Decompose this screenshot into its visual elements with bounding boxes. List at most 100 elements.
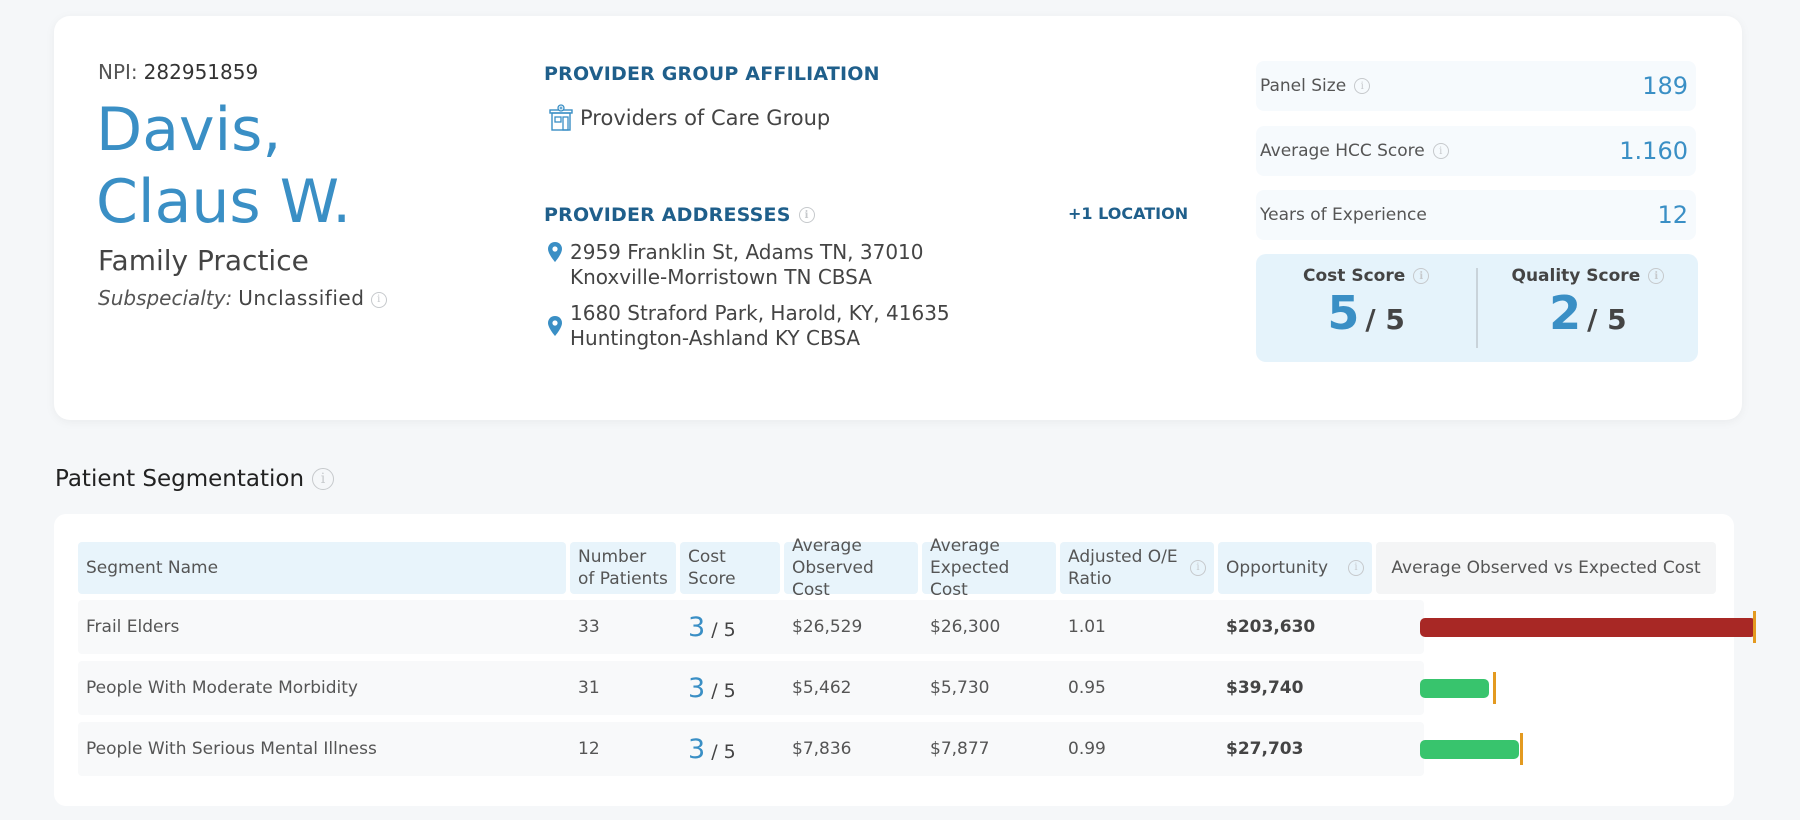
affiliation-title: PROVIDER GROUP AFFILIATION: [544, 63, 880, 85]
info-icon[interactable]: i: [1648, 268, 1665, 284]
header-label: Adjusted O/E Ratio: [1068, 547, 1178, 589]
header-label: Average Observed vs Expected Cost: [1391, 558, 1701, 578]
cell-avg-expected-cost: $7,877: [930, 739, 990, 759]
cell-cost-score: 3/ 5: [680, 612, 784, 643]
npi-label: NPI:: [98, 60, 138, 84]
stat-label: Panel Size: [1260, 76, 1347, 96]
cost-score-value: 3: [688, 672, 706, 704]
cell-number-of-patients: 12: [578, 739, 600, 759]
cell-avg-observed-cost: $5,462: [792, 678, 852, 698]
observed-cost-bar[interactable]: [1420, 618, 1756, 637]
cost-score-value: 3: [688, 611, 706, 643]
stat-avg-hcc-score: Average HCC Score i 1.160: [1256, 126, 1696, 176]
observed-vs-expected-bar-cell: [1420, 722, 1760, 776]
table-header: Segment Name Number of Patients Cost Sco…: [78, 536, 1716, 600]
header-adjusted-oe-ratio[interactable]: Adjusted O/E Ratio i: [1060, 542, 1214, 594]
cell-opportunity: $39,740: [1226, 678, 1304, 698]
header-label: Opportunity: [1226, 558, 1329, 578]
header-number-of-patients[interactable]: Number of Patients: [570, 542, 676, 594]
header-avg-observed-cost[interactable]: Average Observed Cost: [784, 536, 918, 600]
cell-opportunity: $203,630: [1226, 617, 1316, 637]
address-line1: 2959 Franklin St, Adams TN, 37010: [570, 240, 924, 264]
cell-avg-observed-cost: $26,529: [792, 617, 863, 637]
cell-segment-name: People With Moderate Morbidity: [86, 678, 358, 698]
provider-card: NPI: 282951859 Davis, Claus W. Family Pra…: [54, 16, 1742, 420]
addresses-title: PROVIDER ADDRESSES i: [544, 204, 815, 226]
header-cost-score[interactable]: Cost Score: [680, 542, 780, 594]
stat-value: 189: [1642, 72, 1688, 100]
observed-vs-expected-bar-cell: [1420, 661, 1760, 715]
map-pin-icon: [548, 242, 562, 262]
expected-cost-marker: [1753, 611, 1757, 643]
cell-opportunity: $27,703: [1226, 739, 1304, 759]
npi-value: 282951859: [143, 60, 259, 84]
info-icon[interactable]: i: [1348, 560, 1364, 576]
stat-label: Years of Experience: [1260, 205, 1427, 225]
quality-score-value: 2: [1549, 286, 1582, 340]
segmentation-table: Segment Name Number of Patients Cost Sco…: [54, 514, 1757, 806]
header-segment-name[interactable]: Segment Name: [78, 542, 566, 594]
table-row[interactable]: People With Serious Mental Illness 12 3/ 5…: [78, 722, 1424, 776]
stat-years-experience: Years of Experience 12: [1256, 190, 1696, 240]
address-line2: Huntington-Ashland KY CBSA: [570, 326, 861, 350]
observed-cost-bar[interactable]: [1420, 679, 1490, 698]
cost-score-max: / 5: [1365, 303, 1405, 336]
quality-score-max: / 5: [1587, 303, 1627, 336]
cell-avg-expected-cost: $26,300: [930, 617, 1001, 637]
header-avg-observed-vs-expected: Average Observed vs Expected Cost: [1376, 542, 1716, 594]
expected-cost-marker: [1519, 733, 1523, 765]
cost-score-max: / 5: [711, 679, 736, 702]
cost-score-max: / 5: [711, 740, 736, 763]
subspecialty-label: Subspecialty:: [98, 286, 233, 310]
cell-adjusted-oe-ratio: 0.99: [1068, 739, 1106, 759]
score-panel: Cost Score i 5/ 5 Quality Score i 2/ 5: [1256, 254, 1698, 362]
info-icon[interactable]: i: [798, 207, 815, 223]
quality-score: Quality Score i 2/ 5: [1478, 254, 1698, 362]
info-icon[interactable]: i: [1190, 560, 1206, 576]
provider-name: Davis, Claus W.: [96, 94, 351, 238]
stat-label: Average HCC Score: [1260, 141, 1425, 161]
table-row[interactable]: People With Moderate Morbidity 31 3/ 5 $5,4…: [78, 661, 1424, 715]
provider-first-name: Claus W.: [96, 167, 352, 237]
quality-score-label: Quality Score: [1511, 266, 1641, 286]
info-icon[interactable]: i: [370, 291, 387, 308]
segmentation-title-text: Patient Segmentation: [55, 466, 305, 492]
address-line1: 1680 Straford Park, Harold, KY, 41635: [570, 301, 950, 325]
stat-panel-size: Panel Size i 189: [1256, 61, 1696, 111]
npi: NPI: 282951859: [98, 60, 258, 84]
addresses-title-text: PROVIDER ADDRESSES: [544, 204, 791, 226]
provider-last-name: Davis,: [96, 95, 282, 165]
info-icon[interactable]: i: [1432, 143, 1449, 159]
cell-avg-observed-cost: $7,836: [792, 739, 852, 759]
header-label: Average Observed Cost: [792, 536, 874, 600]
stat-value: 1.160: [1619, 137, 1688, 165]
cost-score-max: / 5: [711, 618, 736, 641]
more-locations-link[interactable]: +1 LOCATION: [1068, 204, 1188, 223]
cost-score-value: 3: [688, 733, 706, 765]
header-label: Number of Patients: [578, 547, 668, 589]
provider-group: Providers of Care Group: [548, 104, 830, 132]
provider-group-name[interactable]: Providers of Care Group: [580, 106, 830, 130]
header-label: Average Expected Cost: [930, 536, 1010, 600]
clinic-building-icon: [549, 104, 573, 131]
info-icon[interactable]: i: [1413, 268, 1430, 284]
subspecialty: Subspecialty: Unclassified i: [98, 286, 387, 310]
observed-cost-bar[interactable]: [1420, 740, 1520, 759]
cell-adjusted-oe-ratio: 0.95: [1068, 678, 1106, 698]
cell-cost-score: 3/ 5: [680, 673, 784, 704]
header-label: Cost Score: [688, 547, 736, 589]
info-icon[interactable]: i: [1354, 78, 1371, 94]
address-item: 1680 Straford Park, Harold, KY, 41635 Hu…: [548, 301, 950, 351]
info-icon[interactable]: i: [312, 468, 335, 490]
specialty: Family Practice: [98, 244, 309, 277]
header-avg-expected-cost[interactable]: Average Expected Cost: [922, 536, 1056, 600]
header-opportunity[interactable]: Opportunity i: [1218, 542, 1372, 594]
subspecialty-value: Unclassified: [238, 286, 365, 310]
table-row[interactable]: Frail Elders 33 3/ 5 $26,529 $26,300 1.01 $203…: [78, 600, 1424, 654]
address-line2: Knoxville-Morristown TN CBSA: [570, 265, 872, 289]
segmentation-title: Patient Segmentation i: [55, 466, 335, 492]
cost-score: Cost Score i 5/ 5: [1256, 254, 1476, 362]
address-item: 2959 Franklin St, Adams TN, 37010 Knoxvi…: [548, 240, 924, 290]
cell-number-of-patients: 33: [578, 617, 600, 637]
cell-number-of-patients: 31: [578, 678, 600, 698]
